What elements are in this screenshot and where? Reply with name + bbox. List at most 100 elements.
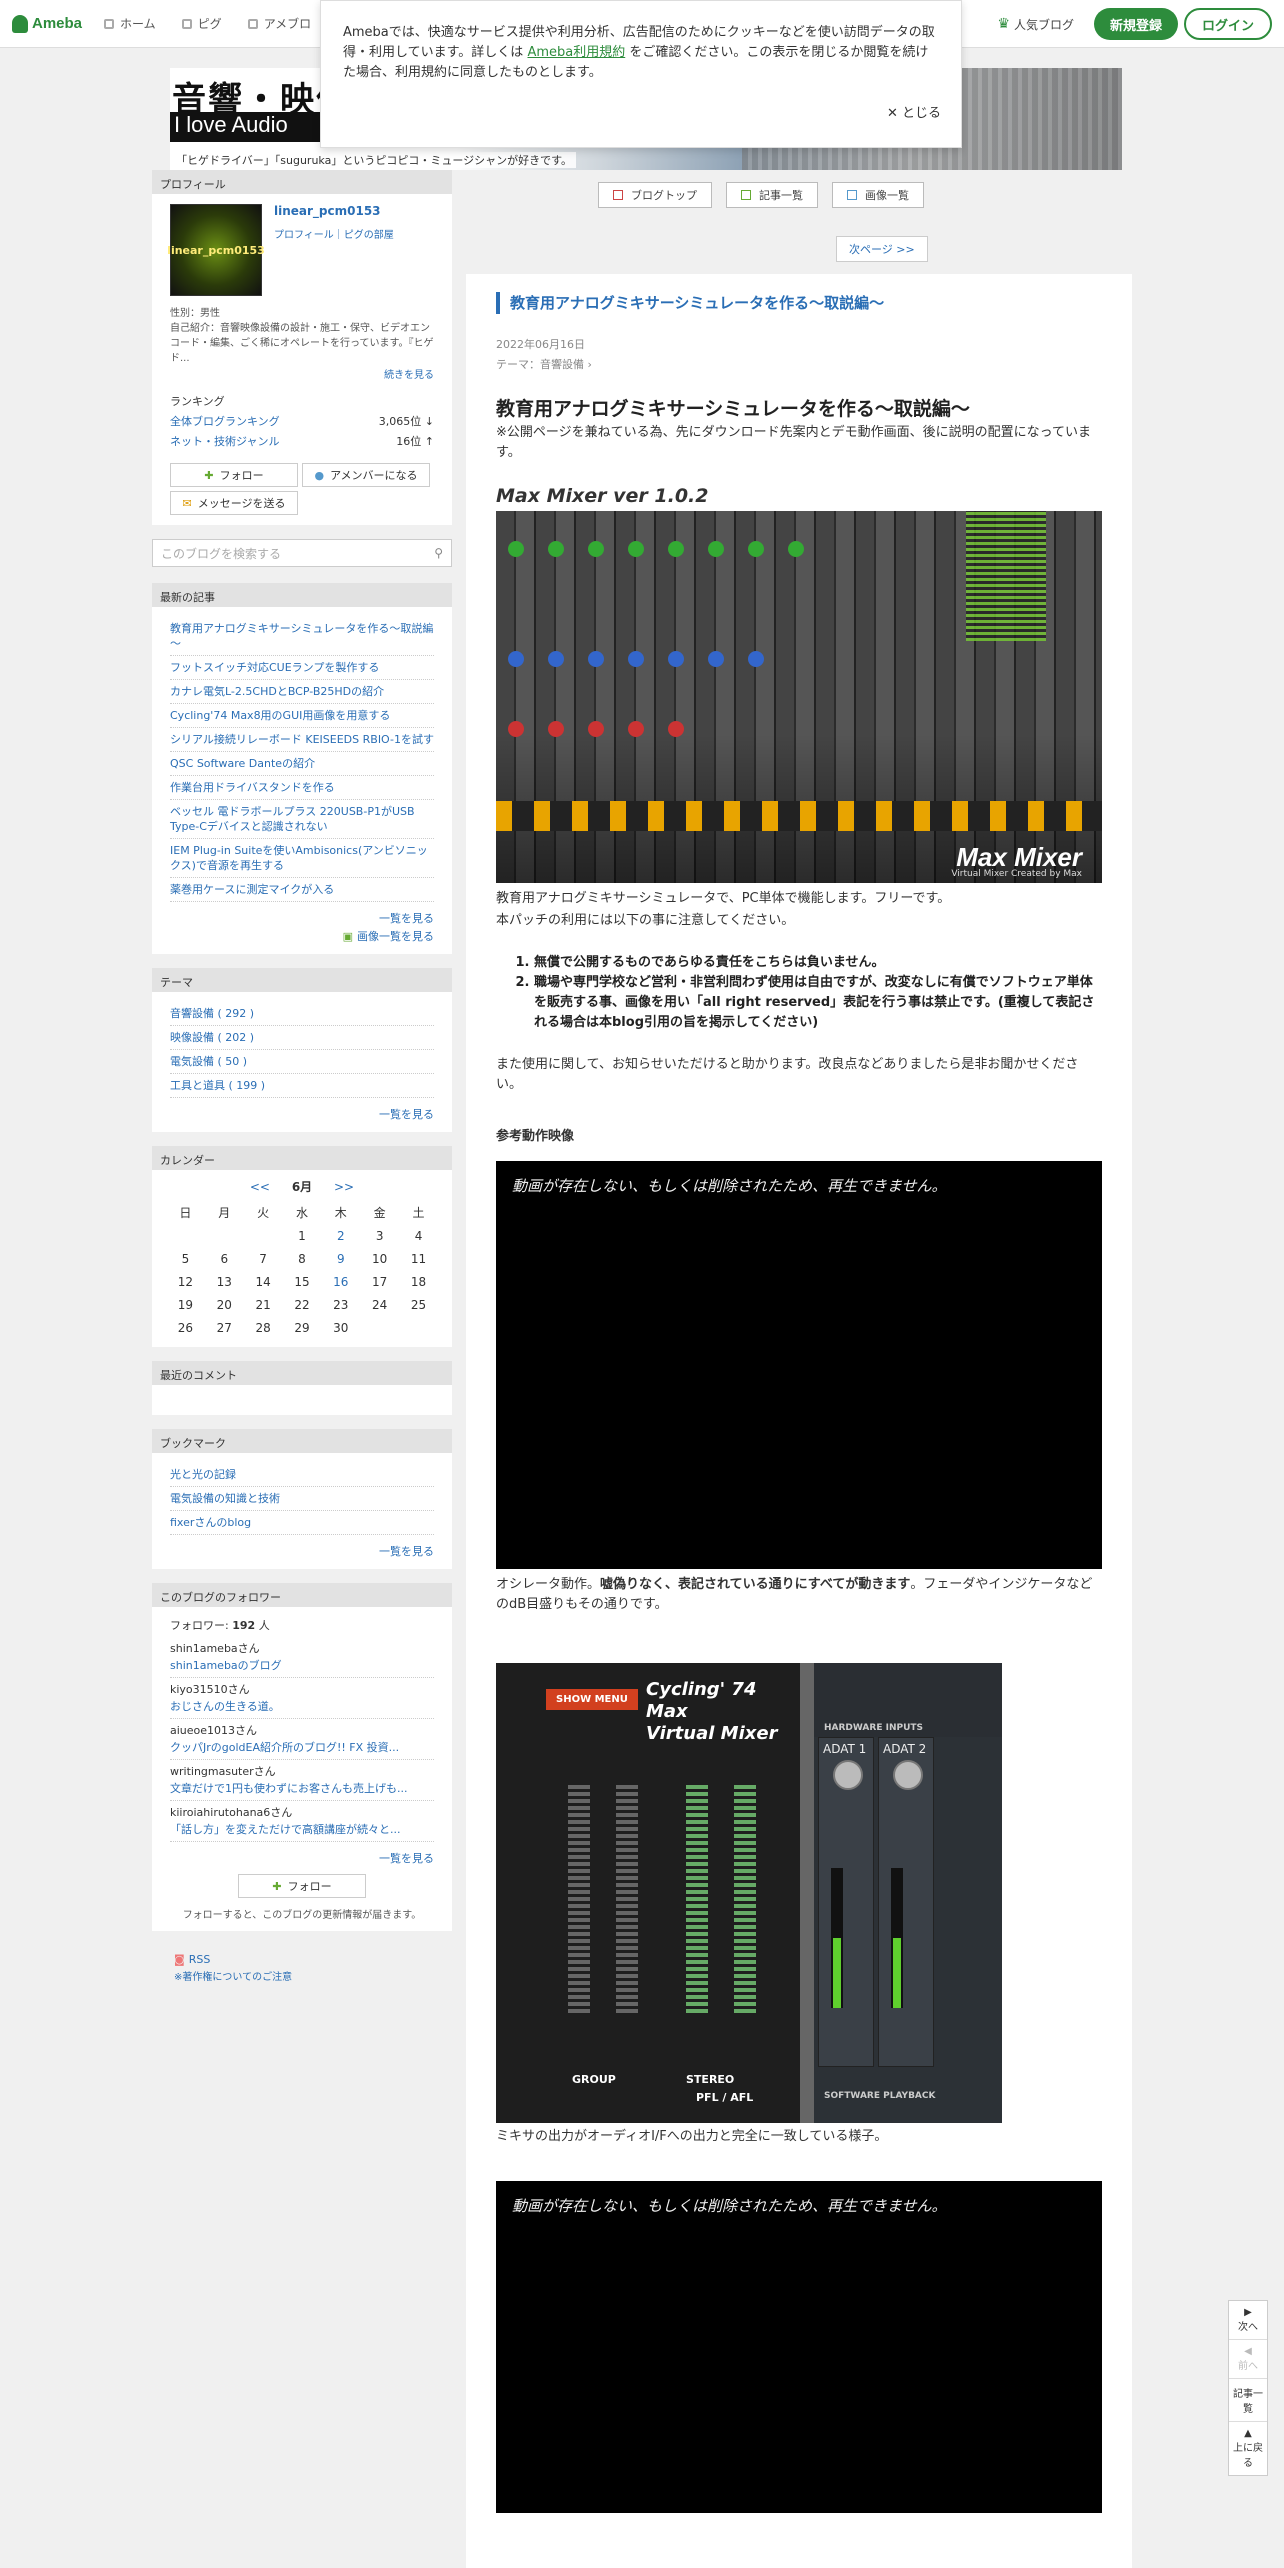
theme-item[interactable]: 音響設備 ( 292 ) [170,1002,434,1026]
recent-list-link[interactable]: 一覧を見る [170,910,434,926]
recent-post-item[interactable]: QSC Software Danteの紹介 [170,752,434,776]
follower-item[interactable]: aiueoe1013さん クッパJrのgoldEA紹介所のブログ!! FX 投資.… [170,1719,434,1760]
theme-list-link[interactable]: 一覧を見る [170,1106,434,1122]
header-actions: ♛ 人気ブログ 新規登録 ログイン [997,8,1272,40]
bookmarks-heading: ブックマーク [152,1429,452,1453]
video-player[interactable]: 動画が存在しない、もしくは削除されたため、再生できません。 [496,1161,1102,1569]
weekday: 木 [334,1206,347,1220]
login-button[interactable]: ログイン [1183,8,1272,40]
popular-blog-link[interactable]: ♛ 人気ブログ [997,16,1074,33]
theme-item[interactable]: 電気設備 ( 50 ) [170,1050,434,1074]
mixer-output-image[interactable]: SHOW MENU Cycling' 74 Max Virtual Mixer G… [496,1663,1002,2123]
recent-post-item[interactable]: 薬巻用ケースに測定マイクが入る [170,878,434,902]
copyright-link[interactable]: ※著作権についてのご注意 [174,1968,430,1983]
follow-button[interactable]: ✚ フォロー [170,463,298,487]
recent-post-item[interactable]: Cycling'74 Max8用のGUI用画像を用意する [170,704,434,728]
image-list-button[interactable]: 画像一覧 [832,182,924,208]
calendar-day-link[interactable]: 9 [321,1247,360,1270]
follower-count: フォロワー: 192 人 [170,1617,434,1633]
c74-title-2: Virtual Mixer [646,1723,778,1744]
follower-list-link[interactable]: 一覧を見る [170,1850,434,1866]
search-icon[interactable]: ⚲ [434,546,443,560]
nav-ameblo[interactable]: アメブロ [247,15,311,32]
calendar-day: 18 [410,1274,427,1289]
article-list-button[interactable]: 記事一覧 [726,182,818,208]
video-player-2[interactable]: 動画が存在しない、もしくは削除されたため、再生できません。 [496,2181,1102,2513]
blog-description: 「ヒゲドライバー」「suguruka」というピコピコ・ミュージシャンが好きです。 [172,152,577,168]
follower-count-unit: 人 [258,1619,270,1632]
blog-search-input[interactable]: このブログを検索する ⚲ [152,539,452,567]
follow-button-bottom[interactable]: ✚ フォロー [238,1874,366,1898]
ranking-title: ランキング [170,395,225,408]
bookmark-item[interactable]: fixerさんのblog [170,1511,434,1535]
calendar-day: 5 [181,1251,190,1266]
max-mixer-image[interactable]: Max Mixer Virtual Mixer Created by Max [496,511,1102,883]
bookmark-list-link[interactable]: 一覧を見る [170,1543,434,1559]
message-button[interactable]: ✉ メッセージを送る [170,491,298,515]
profile-links[interactable]: プロフィール｜ピグの部屋 [274,226,394,241]
theme-item[interactable]: 映像設備 ( 202 ) [170,1026,434,1050]
cookie-close-button[interactable]: ✕ とじる [887,102,941,121]
recent-comments-box: 最近のコメント [152,1361,452,1415]
article-theme-link[interactable]: テーマ：音響設備 › [496,356,1132,372]
article-list-float-button[interactable]: 記事一覧 [1229,2379,1267,2422]
theme-item[interactable]: 工具と道具 ( 199 ) [170,1074,434,1098]
calendar-day-link[interactable]: 16 [321,1270,360,1293]
profile-name[interactable]: linear_pcm0153 [274,204,394,218]
next-article-button[interactable]: ▶ 次へ [1229,2301,1267,2340]
follower-item[interactable]: shin1amebaさん shin1amebaのブログ [170,1637,434,1678]
meter-stereo-r [734,1783,756,2013]
calendar-day: 22 [294,1297,310,1312]
back-to-top-button[interactable]: ▲ 上に戻る [1229,2422,1267,2475]
follower-blog-link[interactable]: クッパJrのgoldEA紹介所のブログ!! FX 投資... [170,1739,434,1756]
prev-article-button[interactable]: ◀ 前へ [1229,2340,1267,2379]
follower-item[interactable]: kiyo31510さん おじさんの生きる道。 [170,1678,434,1719]
mail-icon: ✉ [182,496,192,510]
next-icon: ▶ [1244,2307,1252,2318]
calendar-prev[interactable]: << [250,1180,270,1194]
article-title-link[interactable]: 教育用アナログミキサーシミュレータを作る～取説編～ [496,292,1102,314]
blog-top-button[interactable]: ブログトップ [598,182,712,208]
nav-pigg[interactable]: ピグ [181,15,222,32]
rss-link[interactable]: ◙ RSS [174,1953,430,1966]
nav-home[interactable]: ホーム [104,15,156,32]
calendar-table: 日 月 火 水 木 金 土 1 2 3 4 5 6 7 8 9 10 11 12… [166,1201,438,1339]
recent-posts-box: 最新の記事 教育用アナログミキサーシミュレータを作る～取説編～ フットスイッチ対… [152,583,452,954]
recent-post-item[interactable]: シリアル接続リレーボード KEISEEDS RBIO-1を試す [170,728,434,752]
bookmark-item[interactable]: 電気設備の知識と技術 [170,1487,434,1511]
next-page-button[interactable]: 次ページ >> [836,236,928,262]
adat-1-label: ADAT 1 [823,1742,867,1756]
ameba-logo[interactable]: Ameba [12,14,82,33]
recent-post-item[interactable]: カナレ電気L-2.5CHDとBCP-B25HDの紹介 [170,680,434,704]
calendar-day: 10 [372,1251,388,1266]
follower-item[interactable]: kiiroiahirutohana6さん 「話し方」を変えただけで高額講座が続々と… [170,1801,434,1842]
camera-icon [847,190,857,200]
avatar[interactable]: linear_pcm0153 [167,204,265,296]
follower-blog-link[interactable]: 「話し方」を変えただけで高額講座が続々と... [170,1821,434,1838]
follower-user: writingmasuterさん [170,1765,276,1778]
calendar-box: カレンダー << 6月 >> 日 月 火 水 木 金 土 1 2 3 4 5 6… [152,1146,452,1347]
profile-more-link[interactable]: 続きを見る [170,366,434,381]
register-button[interactable]: 新規登録 [1093,8,1178,40]
image-list-link[interactable]: ▣ 画像一覧を見る [170,928,434,944]
rank-all-link[interactable]: 全体ブログランキング [170,413,280,429]
bookmark-item[interactable]: 光と光の記録 [170,1463,434,1487]
rank-genre-link[interactable]: ネット・技術ジャンル [170,433,279,449]
recent-post-item[interactable]: 作業台用ドライバスタンドを作る [170,776,434,800]
recent-post-item[interactable]: ベッセル 電ドラボールプラス 220USB-P1がUSB Type-Cデバイスと… [170,800,434,839]
amember-button[interactable]: ● アメンバーになる [302,463,430,487]
list-label: 記事一覧 [1233,2389,1263,2415]
calendar-next[interactable]: >> [334,1180,354,1194]
recent-post-item[interactable]: 教育用アナログミキサーシミュレータを作る～取説編～ [170,617,434,656]
software-playback-label: SOFTWARE PLAYBACK [824,2091,936,2101]
follower-blog-link[interactable]: shin1amebaのブログ [170,1657,434,1674]
recent-post-item[interactable]: IEM Plug-in Suiteを使いAmbisonics(アンビソニックス)… [170,839,434,878]
terms-link[interactable]: Ameba利用規約 [527,45,625,60]
calendar-day: 3 [375,1228,384,1243]
follower-blog-link[interactable]: 文章だけで1円も使わずにお客さんも売上げも... [170,1780,434,1797]
calendar-day-link[interactable]: 2 [321,1224,360,1247]
follower-item[interactable]: writingmasuterさん文章だけで1円も使わずにお客さんも売上げも... [170,1760,434,1801]
recent-post-item[interactable]: フットスイッチ対応CUEランプを製作する [170,656,434,680]
follower-blog-link[interactable]: おじさんの生きる道。 [170,1698,434,1715]
calendar-day: 4 [414,1228,423,1243]
